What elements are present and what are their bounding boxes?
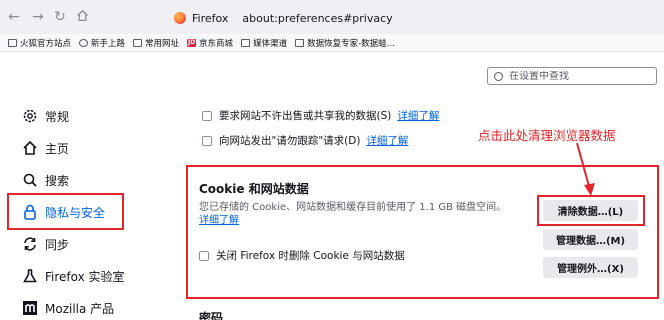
learn-more-link[interactable]: 详细了解 bbox=[199, 215, 239, 226]
manage-exceptions-button[interactable]: 管理例外…(X) bbox=[543, 257, 638, 278]
cookie-section-title: Cookie 和网站数据 bbox=[199, 182, 309, 196]
cookie-description: 您已存储的 Cookie、网站数据和缓存目前使用了 1.1 GB 磁盘空间。 详… bbox=[199, 201, 529, 227]
clear-data-button[interactable]: 清除数据…(L) bbox=[543, 200, 638, 221]
checkbox[interactable] bbox=[199, 250, 209, 261]
cookie-description-text: 您已存储的 Cookie、网站数据和缓存目前使用了 1.1 GB 磁盘空间。 bbox=[199, 202, 507, 213]
option-label: 关闭 Firefox 时删除 Cookie 与网站数据 bbox=[216, 250, 405, 262]
passwords-section-title: 密码 bbox=[199, 311, 224, 320]
option-delete-on-close[interactable]: 关闭 Firefox 时删除 Cookie 与网站数据 bbox=[199, 248, 405, 263]
manage-data-button[interactable]: 管理数据…(M) bbox=[543, 229, 638, 250]
